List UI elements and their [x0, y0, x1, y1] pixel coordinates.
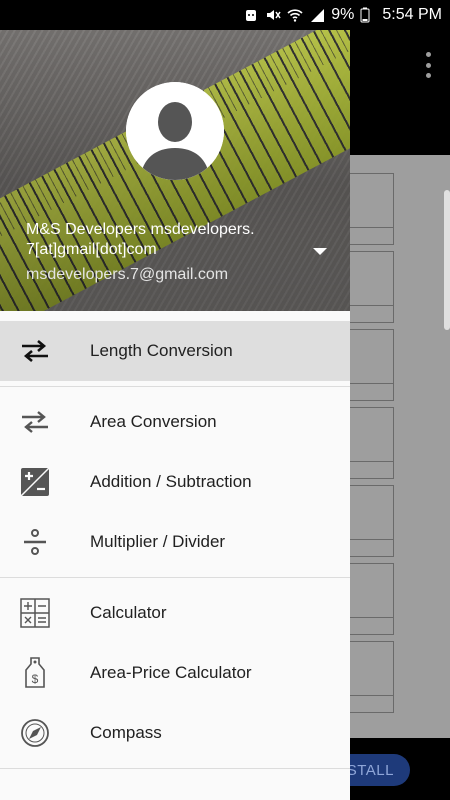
account-email: msdevelopers.7@gmail.com [26, 266, 229, 283]
background-card [348, 407, 394, 479]
divider [0, 768, 350, 769]
menu-item-label: Multiplier / Divider [90, 532, 226, 551]
overflow-menu-icon[interactable] [426, 52, 432, 78]
background-scrollbar [444, 190, 450, 330]
menu-item-label: Calculator [90, 603, 167, 622]
menu-item-label: Addition / Subtraction [90, 472, 252, 491]
divide-icon [18, 525, 52, 559]
background-card [348, 173, 394, 245]
menu-item-area-price-calculator[interactable]: $ Area-Price Calculator [0, 643, 350, 703]
avatar[interactable] [126, 82, 224, 180]
divider [0, 386, 350, 387]
swap-arrows-icon [18, 405, 52, 439]
price-tag-icon: $ [18, 656, 52, 690]
menu-item-length-conversion[interactable]: Length Conversion [0, 321, 350, 381]
signal-icon [309, 7, 325, 23]
navigation-drawer[interactable]: M&S Developers msdevelopers. 7[at]gmail[… [0, 30, 350, 800]
background-card [348, 563, 394, 635]
menu-item-multiplier-divider[interactable]: Multiplier / Divider [0, 512, 350, 572]
background-card [348, 251, 394, 323]
divider [0, 577, 350, 578]
menu-item-addition-subtraction[interactable]: Addition / Subtraction [0, 452, 350, 512]
menu-item-label: Area-Price Calculator [90, 663, 252, 682]
menu-item-compass[interactable]: Compass [0, 703, 350, 763]
clock: 5:54 PM [382, 6, 442, 23]
wifi-icon [287, 7, 303, 23]
menu-item-label: Length Conversion [90, 341, 233, 360]
menu-item-area-conversion[interactable]: Area Conversion [0, 392, 350, 452]
account-dropdown-icon[interactable] [313, 248, 327, 255]
account-name: M&S Developers msdevelopers. 7[at]gmail[… [26, 221, 255, 258]
menu-item-label: Compass [90, 723, 162, 742]
svg-text:$: $ [32, 672, 39, 686]
plus-minus-icon [18, 465, 52, 499]
mute-icon [265, 7, 281, 23]
calculator-icon [18, 596, 52, 630]
background-card [348, 641, 394, 713]
menu-item-calculator[interactable]: Calculator [0, 583, 350, 643]
swap-arrows-icon [18, 334, 52, 368]
drawer-header: M&S Developers msdevelopers. 7[at]gmail[… [0, 30, 350, 311]
status-bar: 9% 5:54 PM [0, 0, 450, 30]
menu-item-label: Area Conversion [90, 412, 217, 431]
battery-percent: 9% [331, 6, 355, 23]
compass-icon [18, 716, 52, 750]
android-notification-icon [243, 7, 259, 23]
battery-icon [360, 7, 376, 23]
drawer-menu: Length Conversion Area Conversion Additi… [0, 321, 350, 774]
background-card [348, 485, 394, 557]
background-card [348, 329, 394, 401]
person-icon [126, 82, 224, 180]
